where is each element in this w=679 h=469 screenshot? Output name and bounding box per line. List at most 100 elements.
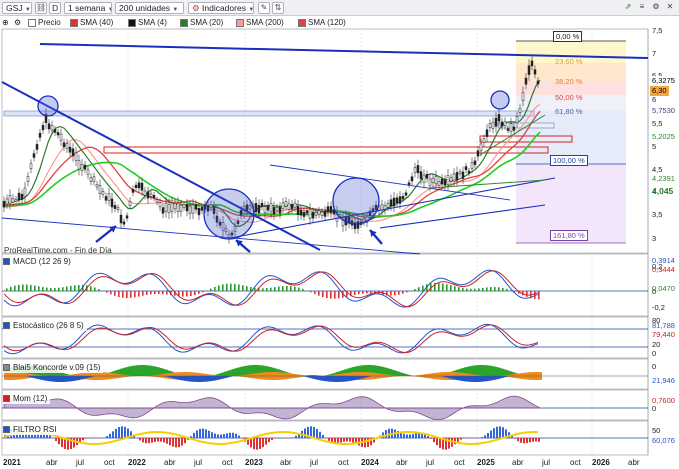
koncorde-blue [446, 376, 448, 378]
price-candle [182, 204, 186, 208]
koncorde-blue [322, 376, 324, 381]
koncorde-blue [202, 376, 204, 382]
koncorde-blue [48, 376, 50, 382]
macd-histogram-bar [274, 287, 276, 291]
price-candle [296, 206, 300, 216]
macd-histogram-bar [278, 286, 280, 291]
rsi-bar [493, 428, 495, 438]
legend-item-sma120[interactable]: SMA (120) [298, 18, 346, 28]
koncorde-blue [174, 376, 176, 379]
macd-histogram-bar [26, 284, 28, 291]
koncorde-blue [188, 376, 190, 382]
indicator-title-mom[interactable]: Mom (12) [3, 393, 51, 404]
price-candle [83, 164, 87, 170]
rsi-bar [262, 438, 264, 448]
price-candle [293, 202, 297, 208]
koncorde-green [222, 372, 224, 376]
rsi-bar [313, 426, 315, 438]
rsi-bar [58, 438, 60, 445]
price-candle [278, 206, 282, 214]
koncorde-blue [500, 376, 502, 379]
koncorde-blue [360, 376, 362, 379]
price-candle [527, 65, 531, 75]
macd-histogram-bar [238, 284, 240, 291]
rsi-bar [436, 438, 438, 446]
macd-histogram-bar [338, 291, 340, 299]
x-tick: jul [194, 458, 203, 467]
indicator-title-stoch[interactable]: Estocástico (26 8 5) [3, 320, 87, 331]
price-candle [149, 193, 153, 197]
macd-histogram-bar [70, 285, 72, 291]
macd-histogram-bar [146, 291, 148, 295]
macd-histogram-bar [526, 291, 528, 297]
x-tick: jul [542, 458, 551, 467]
indicator-title-macd[interactable]: MACD (12 26 9) [3, 256, 74, 267]
legend-item-control[interactable]: ⊕ [2, 18, 9, 28]
koncorde-blue [464, 376, 466, 382]
rsi-bar [316, 428, 318, 438]
price-candle [440, 178, 444, 185]
price-candle [422, 174, 426, 183]
macd-tick: -0,2 [652, 303, 665, 312]
legend-item-sma20[interactable]: SMA (20) [180, 18, 223, 28]
legend-item-eye[interactable]: ⚙ [14, 18, 21, 28]
koncorde-green [140, 365, 142, 376]
fib-level-100: 100,00 % [550, 155, 588, 166]
price-candle [419, 171, 423, 180]
rsi-bar [457, 438, 459, 442]
price-candle [395, 197, 399, 204]
koncorde-blue [70, 376, 72, 382]
macd-histogram-bar [358, 291, 360, 295]
koncorde-blue [34, 376, 36, 379]
price-candle [179, 204, 183, 212]
koncorde-blue [176, 376, 178, 380]
legend-label: SMA (40) [80, 18, 114, 27]
koncorde-blue [480, 376, 482, 382]
price-candle [116, 207, 120, 210]
macd-histogram-bar [38, 286, 40, 291]
crosshair-icon: ⊕ [2, 18, 9, 27]
x-tick: oct [104, 458, 115, 467]
legend-item-sma200[interactable]: SMA (200) [236, 18, 284, 28]
macd-histogram-bar [182, 291, 184, 297]
koncorde-blue [484, 376, 486, 382]
macd-histogram-bar [66, 286, 68, 291]
legend-item-sma40[interactable]: SMA (40) [70, 18, 113, 28]
legend-item-precio[interactable]: Precio [28, 18, 61, 28]
rsi-bar [220, 434, 222, 438]
koncorde-blue [196, 376, 198, 382]
legend-swatch [128, 19, 136, 27]
price-candle [2, 200, 6, 208]
price-candle [407, 182, 411, 185]
macd-histogram-bar [314, 291, 316, 295]
rsi-bar [157, 438, 159, 442]
koncorde-blue [66, 376, 68, 382]
indicator-title-koncorde[interactable]: Blai5 Koncorde v.09 (15) [3, 362, 104, 373]
rsi-bar [271, 438, 273, 440]
rsi-bar [175, 438, 177, 448]
mom-tag: 0,7600 [652, 396, 675, 405]
macd-histogram-bar [234, 283, 236, 291]
price-tick: 3 [652, 234, 657, 243]
koncorde-blue [56, 376, 58, 382]
price-candle [266, 205, 270, 211]
rsi-bar [322, 435, 324, 438]
koncorde-blue [316, 376, 318, 380]
rsi-bar [388, 428, 390, 438]
rsi-bar [112, 431, 114, 438]
koncorde-green [150, 365, 152, 376]
rsi-bar [229, 432, 231, 438]
price-candle [119, 214, 123, 224]
indicator-title-rsi[interactable]: FILTRO RSI [3, 424, 60, 435]
koncorde-blue [486, 376, 488, 382]
price-candle [68, 146, 72, 153]
price-candle [104, 196, 108, 201]
koncorde-blue [318, 376, 320, 381]
price-candle [425, 174, 429, 179]
koncorde-blue [208, 376, 210, 382]
koncorde-green [136, 365, 138, 376]
price-tag-sma20: 5,2025 [652, 132, 675, 141]
koncorde-tag: 21,946 [652, 376, 675, 385]
koncorde-blue [172, 376, 174, 379]
legend-item-sma4[interactable]: SMA (4) [128, 18, 167, 28]
